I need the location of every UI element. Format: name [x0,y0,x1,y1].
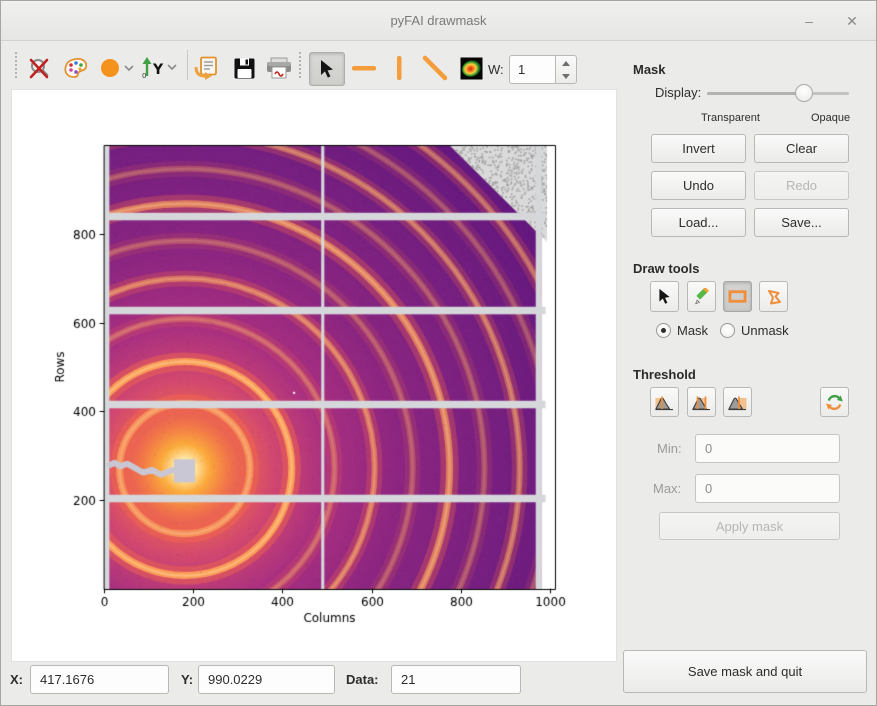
close-button[interactable]: ✕ [840,9,864,33]
mask-between-icon [692,394,711,411]
mask-radio-label: Mask [677,323,708,338]
plot-toolbar: 0 Y [1,42,617,89]
spin-down-button[interactable] [556,70,576,84]
data-value-field[interactable]: 21 [391,665,521,694]
save-mask-button[interactable]: Save... [754,208,849,237]
zoom-reset-icon [28,56,52,80]
transparent-label: Transparent [701,112,760,124]
polygon-tool-icon [765,288,783,306]
tool-pencil-button[interactable] [687,281,716,312]
figure-area [11,89,617,662]
window-title: pyFAI drawmask [1,13,876,28]
max-label: Max: [653,481,681,496]
title-bar[interactable]: pyFAI drawmask – ✕ [1,1,876,41]
marker-style-button[interactable] [98,55,136,81]
line-width-spinbox[interactable]: 1 [509,55,556,84]
save-figure-button[interactable] [231,55,257,81]
x-coord-field[interactable]: 417.1676 [30,665,169,694]
tool-polygon-button[interactable] [759,281,788,312]
copy-button[interactable] [193,55,219,81]
colormap-preview-icon [460,57,483,80]
unmask-radio-label: Unmask [741,323,789,338]
slider-handle[interactable] [795,84,813,102]
colormap-palette-button[interactable] [63,55,89,81]
y-axis-icon: 0 Y [140,56,180,80]
invert-button[interactable]: Invert [651,134,746,163]
plot-canvas[interactable] [12,90,616,661]
tool-pointer-button[interactable] [650,281,679,312]
svg-text:0: 0 [142,72,146,80]
y-coord-field[interactable]: 990.0229 [198,665,335,694]
marker-circle-icon [99,57,135,79]
mask-between-button[interactable] [687,387,716,417]
rectangle-tool-icon [728,289,747,304]
pencil-tool-icon [693,288,711,306]
mask-above-button[interactable] [723,387,752,417]
mask-below-button[interactable] [650,387,679,417]
draw-diagonal-button[interactable] [422,55,448,81]
display-label: Display: [655,85,701,100]
palette-icon [63,56,89,80]
x-coord-label: X: [10,672,23,687]
toolbar-drag-handle-2[interactable] [299,52,302,78]
mask-section-header: Mask [633,62,666,77]
pointer-icon [317,59,337,79]
toolbar-drag-handle[interactable] [15,52,18,78]
draw-tools-header: Draw tools [633,261,699,276]
spin-up-button[interactable] [556,56,576,70]
mask-transparency-slider[interactable] [707,84,849,102]
opaque-label: Opaque [811,112,850,124]
min-field[interactable]: 0 [695,434,840,463]
max-field[interactable]: 0 [695,474,840,503]
mask-radio[interactable] [656,323,671,338]
pointer-tool-icon [656,288,673,305]
toolbar-separator [187,50,188,80]
y-axis-orientation-button[interactable]: 0 Y [140,55,180,81]
clear-button[interactable]: Clear [754,134,849,163]
apply-mask-button[interactable]: Apply mask [659,512,840,540]
min-label: Min: [657,441,682,456]
colormap-preview-button[interactable] [458,55,484,81]
y-coord-label: Y: [181,672,193,687]
slider-fill [707,92,801,95]
zoom-reset-button[interactable] [27,55,53,81]
print-button[interactable] [264,55,294,81]
minimize-button[interactable]: – [797,9,821,33]
copy-icon [193,55,219,81]
spin-down-icon [562,74,570,79]
draw-vline-button[interactable] [386,55,412,81]
spin-up-icon [562,61,570,66]
print-icon [265,56,293,80]
mask-above-icon [728,394,747,411]
app-window: pyFAI drawmask – ✕ [0,0,877,706]
refresh-icon [825,393,844,412]
line-width-spin-buttons[interactable] [556,55,577,84]
threshold-header: Threshold [633,367,696,382]
save-icon [233,57,256,80]
mask-below-icon [655,394,674,411]
pan-pointer-button[interactable] [309,52,345,86]
vertical-line-icon [386,55,412,81]
draw-hline-button[interactable] [351,55,377,81]
load-mask-button[interactable]: Load... [651,208,746,237]
horizontal-line-icon [351,56,377,80]
svg-text:Y: Y [152,62,164,78]
tool-rectangle-button[interactable] [723,281,752,312]
line-width-label: W: [488,62,504,77]
data-value-label: Data: [346,672,379,687]
diagonal-line-icon [422,55,448,81]
undo-button[interactable]: Undo [651,171,746,200]
unmask-radio[interactable] [720,323,735,338]
redo-button[interactable]: Redo [754,171,849,200]
save-mask-and-quit-button[interactable]: Save mask and quit [623,650,867,693]
refresh-histogram-button[interactable] [820,387,849,417]
